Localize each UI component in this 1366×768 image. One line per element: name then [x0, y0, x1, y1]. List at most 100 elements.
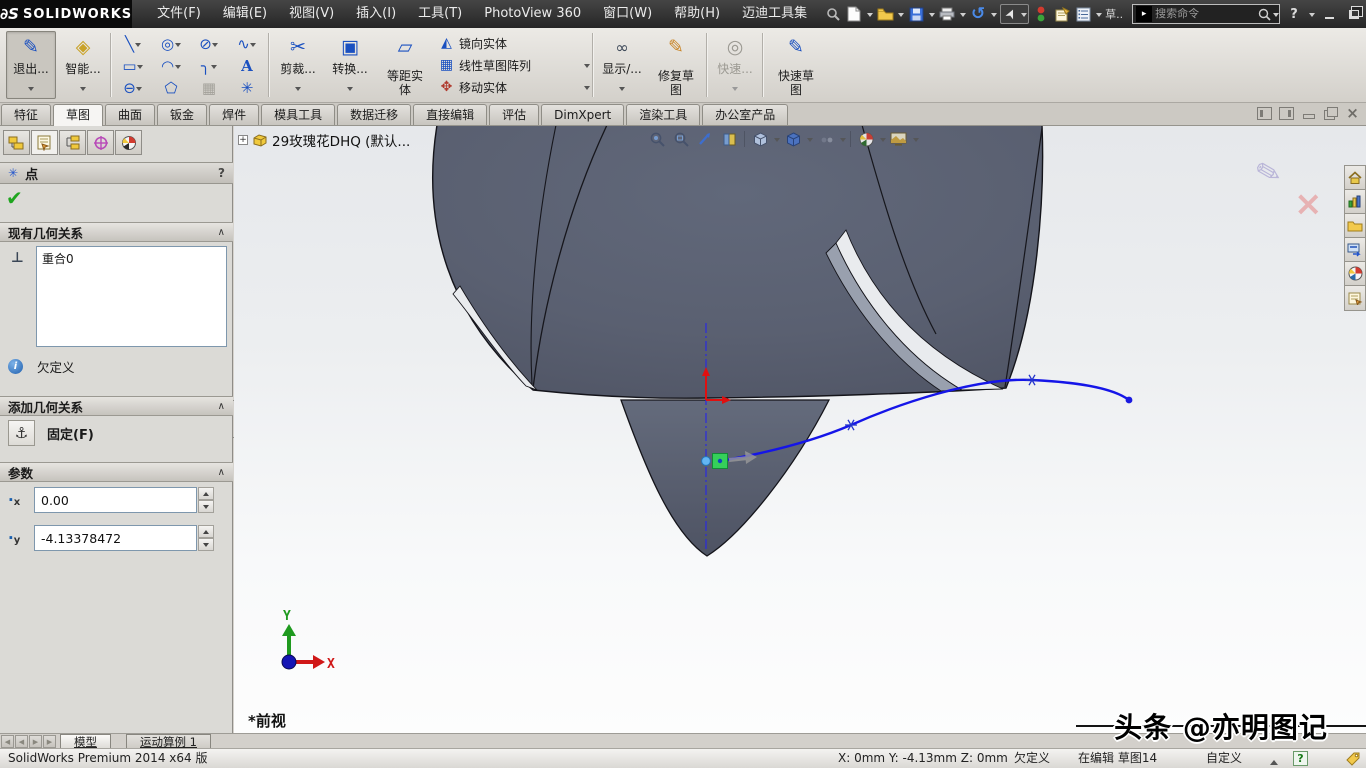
units-dropdown-icon[interactable]	[1270, 756, 1278, 765]
menu-view[interactable]: 视图(V)	[278, 0, 345, 28]
tab-evaluate[interactable]: 评估	[489, 104, 539, 125]
quick-tips-icon[interactable]: ?	[1293, 751, 1308, 766]
resources-home-tab[interactable]	[1345, 166, 1365, 190]
circle-tool-icon[interactable]: ◎	[161, 37, 174, 52]
doc-restore-button[interactable]	[1323, 107, 1338, 120]
tab-dimxpert[interactable]: DimXpert	[541, 104, 624, 125]
save-dropdown[interactable]	[928, 5, 935, 23]
tab-sketch[interactable]: 草图	[53, 104, 103, 126]
rectangle-dropdown[interactable]	[137, 57, 144, 75]
stoplight-icon[interactable]	[1032, 5, 1050, 23]
fillet-dropdown[interactable]	[210, 57, 217, 75]
pattern-tool-icon[interactable]: ▦	[202, 81, 216, 96]
spline-point-asterisk[interactable]	[845, 420, 857, 430]
rapid-sketch-button[interactable]: ✎ 快速草图	[768, 31, 824, 99]
rapid-dimension-button[interactable]: ◎ 快速...	[712, 31, 758, 99]
ellipse-dropdown[interactable]	[212, 35, 219, 53]
spline-endpoint[interactable]	[1126, 397, 1133, 404]
linear-pattern-button[interactable]: ▦ 线性草图阵列	[438, 54, 590, 76]
new-file-dropdown[interactable]	[866, 5, 873, 23]
apply-scene-dropdown[interactable]	[912, 130, 919, 148]
y-coordinate-input[interactable]	[34, 525, 197, 551]
circle-dropdown[interactable]	[174, 35, 181, 53]
file-explorer-tab[interactable]	[1345, 214, 1365, 238]
collapse-chevron-icon[interactable]: ∧	[218, 401, 225, 412]
pm-help-icon[interactable]: ?	[218, 166, 225, 180]
smart-dimension-dropdown[interactable]	[80, 79, 87, 97]
file-properties-icon[interactable]	[1053, 5, 1071, 23]
y-spin-down[interactable]	[198, 538, 214, 551]
rose-model[interactable]	[433, 126, 1043, 556]
arc-dropdown[interactable]	[174, 57, 181, 75]
exit-sketch-dropdown[interactable]	[28, 79, 35, 97]
next-tab-button[interactable]: ▶	[29, 735, 42, 748]
previous-tab-button[interactable]: ◀	[15, 735, 28, 748]
display-relations-button[interactable]: ∞ 显示/...	[598, 31, 646, 99]
zoom-area-icon[interactable]	[670, 129, 692, 149]
menu-edit[interactable]: 编辑(E)	[212, 0, 278, 28]
menu-file[interactable]: 文件(F)	[146, 0, 212, 28]
minimize-button[interactable]	[1318, 5, 1340, 23]
menu-photoview[interactable]: PhotoView 360	[473, 0, 592, 28]
feature-manager-tab[interactable]	[3, 130, 30, 155]
search-dropdown[interactable]	[1272, 5, 1279, 23]
print-icon[interactable]	[938, 5, 956, 23]
menu-insert[interactable]: 插入(I)	[345, 0, 407, 28]
menu-tools[interactable]: 工具(T)	[407, 0, 473, 28]
smart-dimension-button[interactable]: ◈ 智能...	[60, 31, 106, 99]
exit-sketch-button[interactable]: ✎ 退出...	[6, 31, 56, 99]
add-relations-header[interactable]: 添加几何关系 ∧	[0, 396, 233, 416]
tab-sheet-metal[interactable]: 钣金	[157, 104, 207, 125]
fix-relation-button[interactable]: ⚓	[8, 420, 35, 446]
save-icon[interactable]	[907, 5, 925, 23]
zoom-fit-icon[interactable]	[646, 129, 668, 149]
relations-listbox[interactable]: 重合0	[36, 246, 227, 347]
options-dropdown[interactable]	[1095, 5, 1102, 23]
y-spin-up[interactable]	[198, 525, 214, 538]
petal-head[interactable]	[433, 126, 1043, 398]
dimxpert-manager-tab[interactable]	[87, 130, 114, 155]
collapse-pane-right-icon[interactable]	[1279, 107, 1294, 120]
select-tool[interactable]: ➤	[1000, 4, 1029, 24]
model-tab[interactable]: 模型	[60, 734, 111, 749]
undo-dropdown[interactable]	[990, 5, 997, 23]
display-style-icon[interactable]	[782, 129, 804, 149]
point-tool-icon[interactable]: ✳	[241, 81, 254, 96]
menu-maidi-tools[interactable]: 迈迪工具集	[731, 0, 818, 28]
centerline-point[interactable]	[702, 457, 711, 466]
last-tab-button[interactable]: ▶	[43, 735, 56, 748]
model-canvas[interactable]: Y X	[234, 126, 1366, 733]
tab-mold-tools[interactable]: 模具工具	[261, 104, 335, 125]
x-spin-up[interactable]	[198, 487, 214, 500]
line-tool-icon[interactable]: ╲	[125, 37, 134, 52]
relation-item[interactable]: 重合0	[42, 250, 221, 267]
new-file-icon[interactable]	[845, 5, 863, 23]
convert-entities-button[interactable]: ▣ 转换...	[326, 31, 374, 99]
help-dropdown[interactable]	[1308, 5, 1315, 23]
pm-ok-button[interactable]: ✔	[6, 186, 23, 210]
help-icon[interactable]: ?	[1283, 5, 1305, 23]
x-coordinate-input[interactable]	[34, 487, 197, 513]
search-input[interactable]	[1155, 8, 1257, 20]
tab-direct-editing[interactable]: 直接编辑	[413, 104, 487, 125]
motion-study-tab[interactable]: 运动算例 1	[126, 734, 211, 749]
graphics-viewport[interactable]: Y X + 29玫瑰花DHQ (默认... ✎ × *前视	[234, 126, 1366, 733]
trim-dropdown[interactable]	[295, 79, 302, 97]
custom-properties-tab[interactable]	[1345, 286, 1365, 310]
configuration-manager-tab[interactable]	[59, 130, 86, 155]
polygon-tool-icon[interactable]: ⬠	[164, 81, 177, 96]
slot-dropdown[interactable]	[136, 79, 143, 97]
open-file-dropdown[interactable]	[897, 5, 904, 23]
edit-appearance-icon[interactable]	[855, 129, 877, 149]
units-selector[interactable]: 自定义	[1206, 749, 1242, 768]
spline-dropdown[interactable]	[250, 35, 257, 53]
fillet-tool-icon[interactable]: ╮	[201, 59, 210, 74]
menu-help[interactable]: 帮助(H)	[663, 0, 731, 28]
restore-button[interactable]	[1343, 5, 1365, 23]
cancel-sketch-icon[interactable]: ×	[1294, 184, 1323, 224]
parameters-header[interactable]: 参数 ∧	[0, 462, 233, 482]
menu-window[interactable]: 窗口(W)	[592, 0, 663, 28]
tab-surfaces[interactable]: 曲面	[105, 104, 155, 125]
spline-start-point[interactable]	[718, 459, 722, 463]
display-manager-tab[interactable]	[115, 130, 142, 155]
